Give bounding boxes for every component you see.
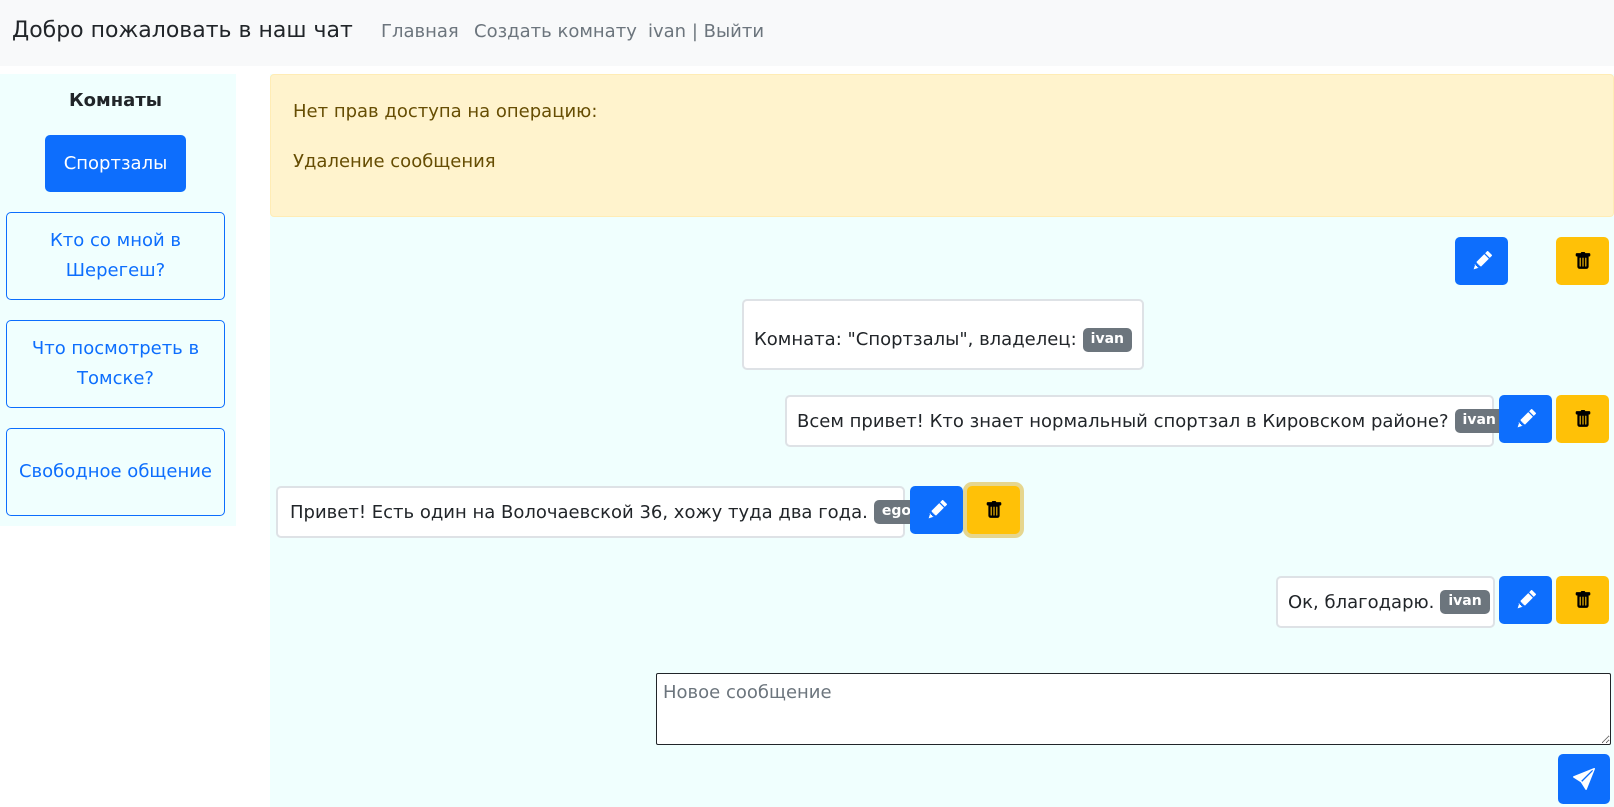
delete-room-button[interactable] (1556, 237, 1609, 285)
alert-message: Нет прав доступа на операцию: (293, 101, 598, 122)
nav-user-logout-link[interactable]: ivan | Выйти (648, 21, 764, 42)
pencil-icon (1517, 590, 1536, 609)
delete-message-button[interactable] (967, 486, 1020, 534)
trash-icon (1575, 252, 1590, 269)
pencil-icon (1517, 409, 1536, 428)
edit-message-button[interactable] (1499, 395, 1552, 443)
rooms-sidebar: Комнаты Спортзалы Кто со мной в Шерегеш?… (0, 74, 236, 526)
navbar: Добро пожаловать в наш чат Главная Созда… (0, 0, 1614, 66)
pencil-icon (928, 500, 947, 519)
nav-home-link[interactable]: Главная (381, 21, 459, 42)
message-bubble: Всем привет! Кто знает нормальный спортз… (785, 395, 1504, 447)
new-message-input[interactable] (656, 673, 1611, 745)
send-message-button[interactable] (1558, 754, 1610, 804)
message-bubble: Ок, благодарю. ivan (1276, 576, 1495, 628)
brand-title[interactable]: Добро пожаловать в наш чат (12, 18, 353, 43)
chat-main: Нет прав доступа на операцию: Удаление с… (270, 74, 1614, 807)
room-item[interactable]: Свободное общение (6, 428, 225, 516)
delete-message-button[interactable] (1556, 395, 1609, 443)
edit-message-button[interactable] (1499, 576, 1552, 624)
message-text: Ок, благодарю. (1288, 591, 1435, 613)
room-item-active[interactable]: Спортзалы (45, 135, 186, 192)
warning-alert: Нет прав доступа на операцию: Удаление с… (270, 74, 1614, 217)
room-info-text: Комната: "Спортзалы", владелец: (754, 329, 1077, 350)
owner-badge: ivan (1082, 327, 1132, 352)
edit-message-button[interactable] (910, 486, 963, 534)
author-badge: ivan (1454, 409, 1504, 433)
message-text: Привет! Есть один на Волочаевской 36, хо… (290, 501, 868, 523)
send-icon (1573, 768, 1595, 790)
edit-room-button[interactable] (1455, 237, 1508, 285)
message-bubble: Привет! Есть один на Волочаевской 36, хо… (276, 486, 926, 538)
message-text: Всем привет! Кто знает нормальный спортз… (797, 410, 1449, 432)
trash-icon (1575, 591, 1590, 608)
delete-message-button[interactable] (1556, 576, 1609, 624)
pencil-icon (1473, 251, 1492, 270)
trash-icon (1575, 410, 1590, 427)
room-item[interactable]: Что посмотреть в Томске? (6, 320, 225, 408)
sidebar-title: Комнаты (68, 90, 163, 111)
room-item[interactable]: Кто со мной в Шерегеш? (6, 212, 225, 300)
author-badge: ivan (1440, 590, 1490, 614)
room-info-card: Комната: "Спортзалы", владелец: ivan (742, 299, 1144, 370)
alert-operation: Удаление сообщения (293, 151, 496, 172)
trash-icon (986, 501, 1001, 518)
nav-create-room-link[interactable]: Создать комнату (474, 21, 637, 42)
